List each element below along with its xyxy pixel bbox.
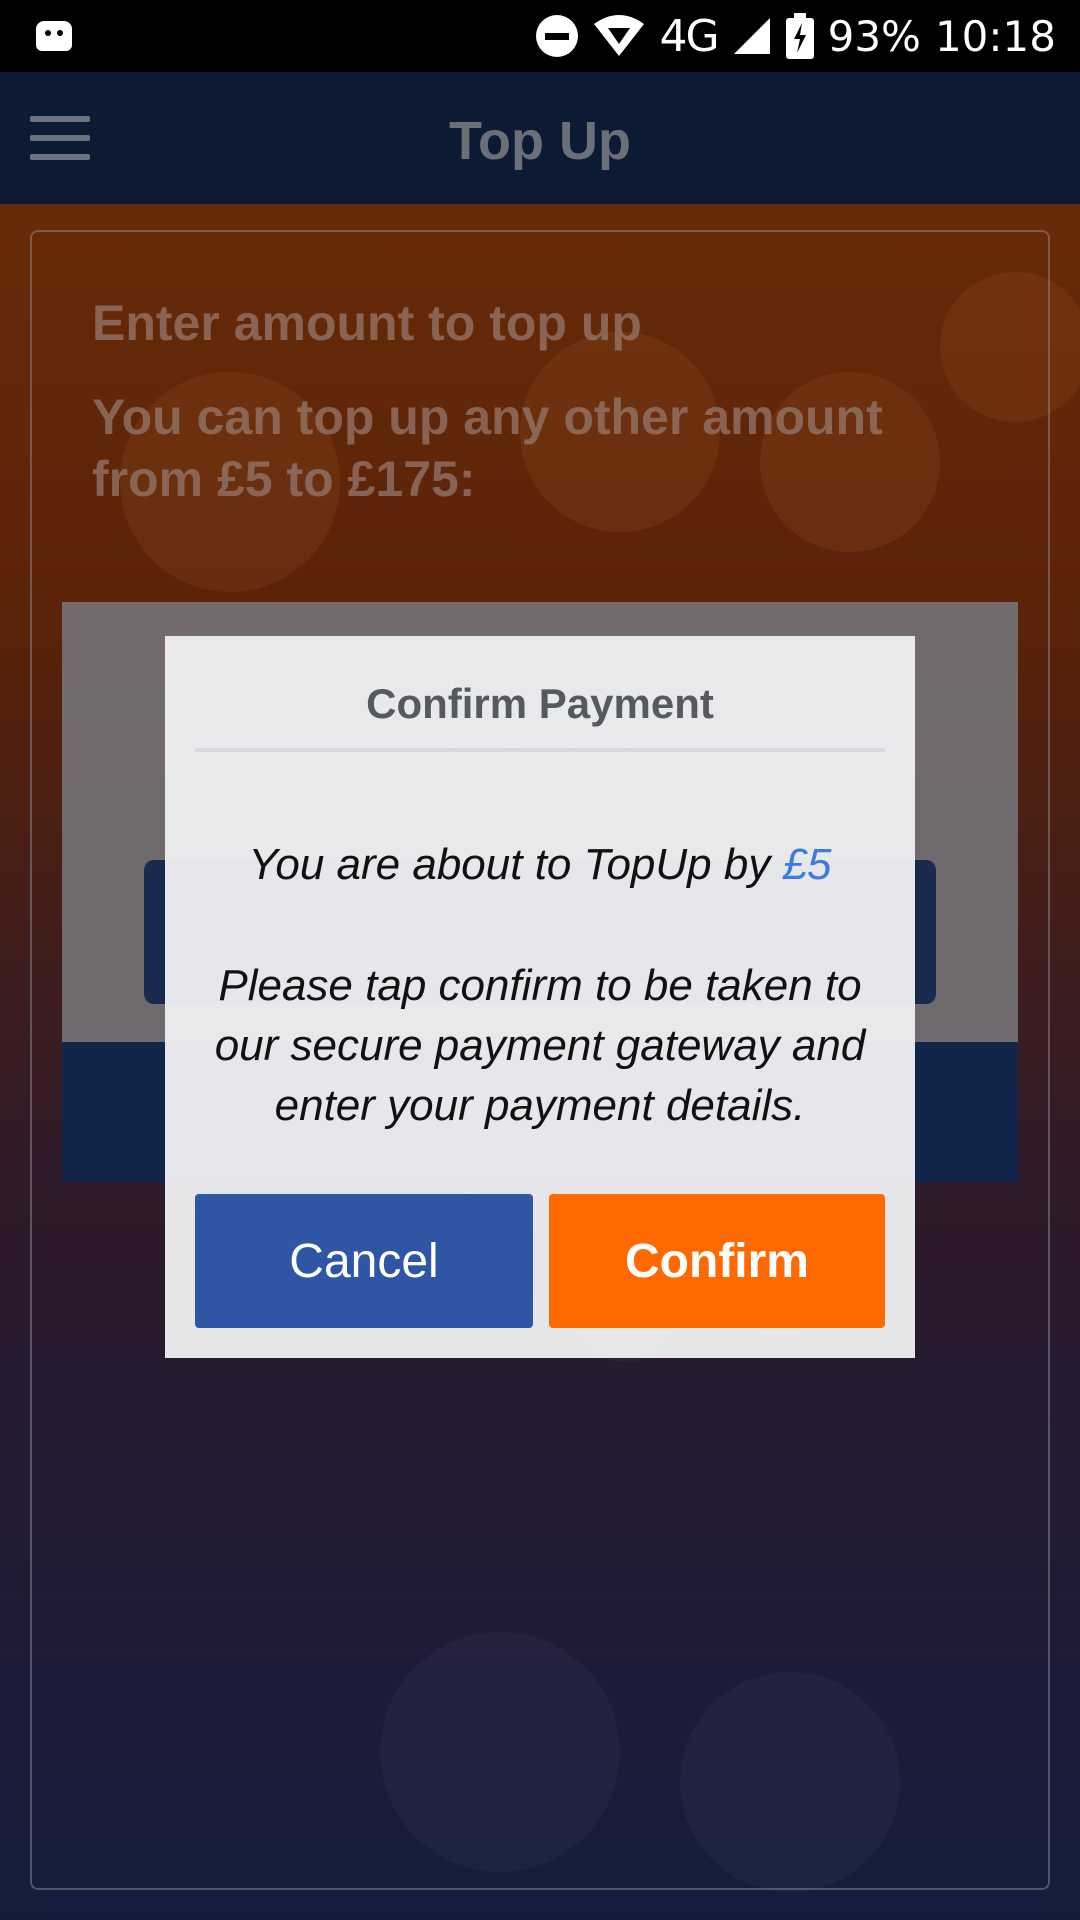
cancel-button[interactable]: Cancel xyxy=(195,1194,533,1328)
status-bar: 4G 93% 10:18 xyxy=(0,0,1080,72)
app-bar: Top Up xyxy=(0,72,1080,204)
dialog-title: Confirm Payment xyxy=(366,680,714,727)
topup-heading: Enter amount to top up xyxy=(92,295,642,351)
android-notification-icon xyxy=(36,21,72,51)
confirm-payment-dialog: Confirm Payment You are about to TopUp b… xyxy=(165,636,915,1358)
do-not-disturb-icon xyxy=(535,15,578,57)
battery-percent: 93% xyxy=(827,11,921,61)
topup-subheading: You can top up any other amount from £5 … xyxy=(92,389,883,507)
confirm-button[interactable]: Confirm xyxy=(549,1194,885,1328)
network-type: 4G xyxy=(659,10,720,62)
dialog-amount-prefix: You are about to TopUp by xyxy=(248,840,771,889)
dialog-amount-line: You are about to TopUp by £5 xyxy=(165,840,915,890)
battery-charging-icon xyxy=(785,13,814,59)
dialog-amount-value: £5 xyxy=(782,840,832,889)
dialog-divider xyxy=(195,748,885,752)
clock: 10:18 xyxy=(934,11,1056,61)
page-title: Top Up xyxy=(449,111,631,171)
signal-icon xyxy=(732,16,772,56)
wifi-icon xyxy=(592,14,646,58)
dialog-message: Please tap confirm to be taken to our se… xyxy=(214,961,866,1130)
